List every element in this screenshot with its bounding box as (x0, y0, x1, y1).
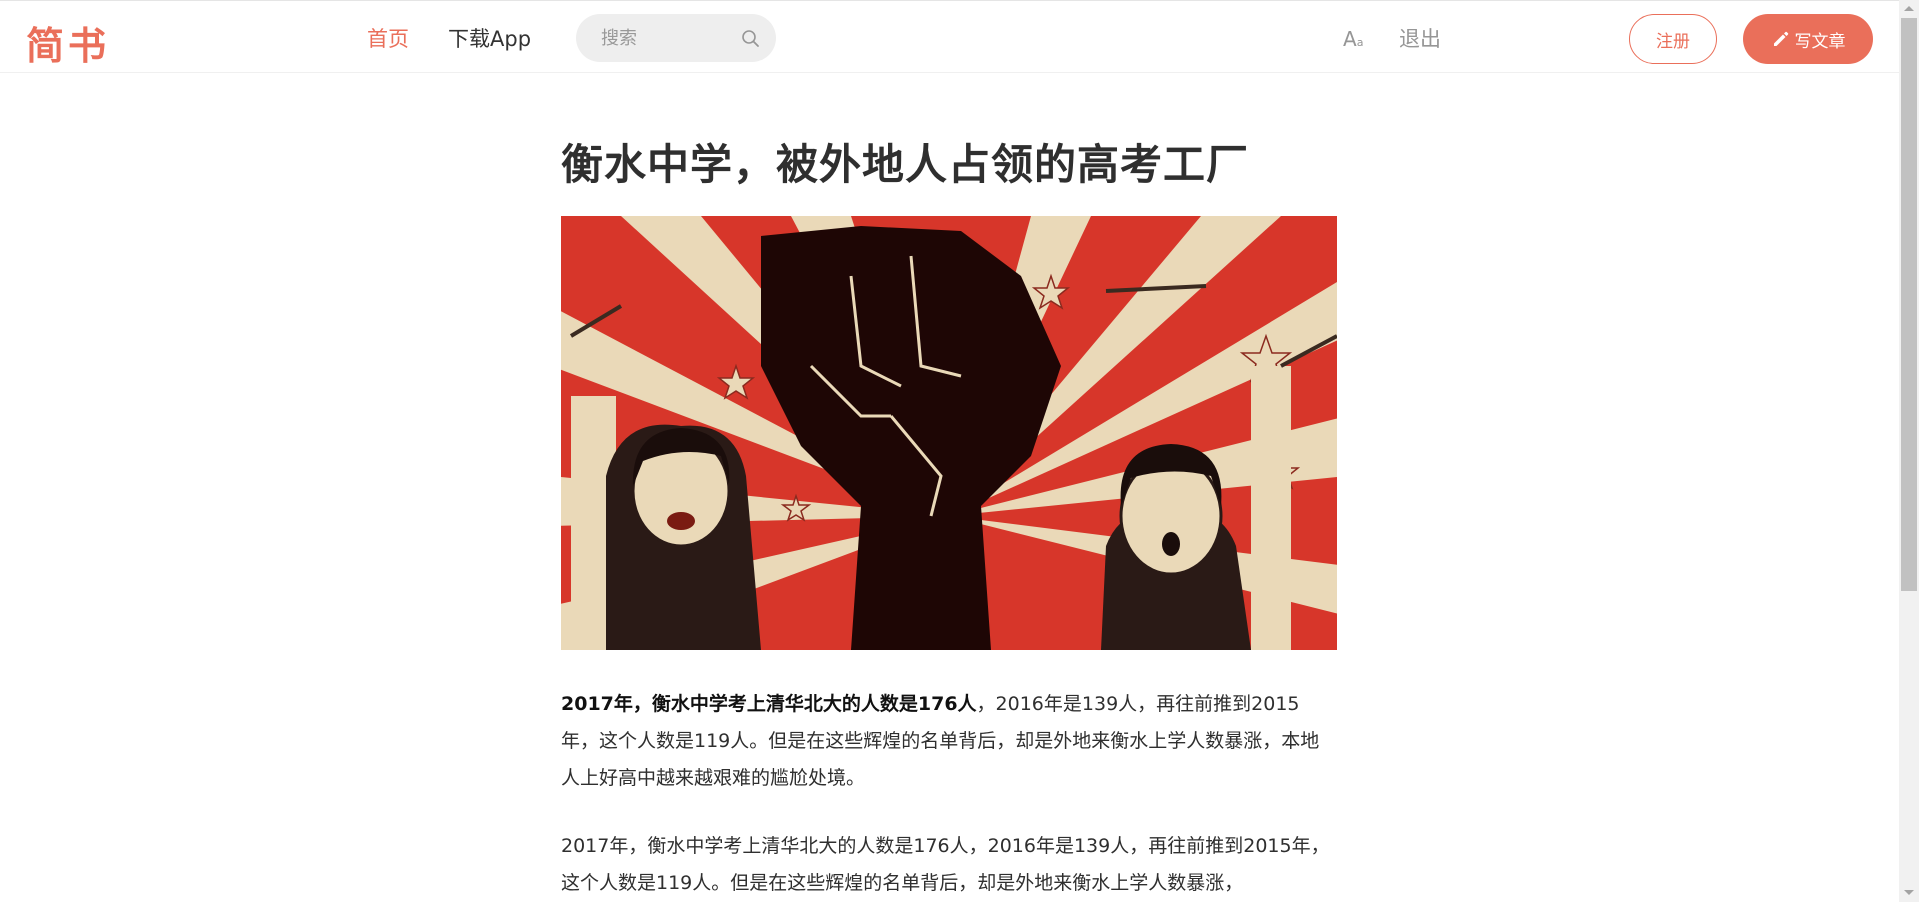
logout-link[interactable]: 退出 (1399, 23, 1441, 53)
article-paragraph: 2017年，衡水中学考上清华北大的人数是176人，2016年是139人，再往前推… (561, 686, 1337, 797)
nav-home-link[interactable]: 首页 (367, 23, 409, 53)
scroll-down-arrow-icon[interactable] (1904, 890, 1914, 895)
article-hero-image (561, 216, 1337, 650)
scrollbar-thumb[interactable] (1901, 18, 1917, 591)
write-article-button[interactable]: 写文章 (1743, 14, 1873, 64)
article-paragraph: 2017年，衡水中学考上清华北大的人数是176人，2016年是139人，再往前推… (561, 828, 1337, 902)
page-scrollbar[interactable] (1899, 0, 1919, 902)
search-input[interactable] (576, 14, 736, 62)
paragraph-bold-lead: 2017年，衡水中学考上清华北大的人数是176人 (561, 693, 977, 715)
jianshu-logo[interactable]: 简书 (26, 15, 110, 70)
pencil-icon (1773, 31, 1788, 46)
article-title: 衡水中学，被外地人占领的高考工厂 (561, 140, 1250, 189)
top-navbar: 简书 首页 下载App Aa 退出 注册 写文章 (0, 0, 1899, 73)
register-label: 注册 (1656, 31, 1690, 52)
font-toggle-big: A (1343, 27, 1357, 51)
font-toggle-small: a (1356, 36, 1364, 49)
search-icon[interactable] (740, 28, 762, 50)
nav-download-app-link[interactable]: 下载App (448, 23, 531, 53)
register-button[interactable]: 注册 (1629, 14, 1717, 64)
search-box (576, 14, 776, 62)
paragraph-text: 2017年，衡水中学考上清华北大的人数是176人，2016年是139人，再往前推… (561, 835, 1330, 894)
scroll-up-arrow-icon[interactable] (1904, 6, 1914, 11)
article: 衡水中学，被外地人占领的高考工厂 2017年，衡水中学考上清华北大的人数是176… (561, 130, 1337, 902)
font-size-toggle-icon[interactable]: Aa (1343, 27, 1363, 51)
write-article-label: 写文章 (1794, 31, 1846, 52)
